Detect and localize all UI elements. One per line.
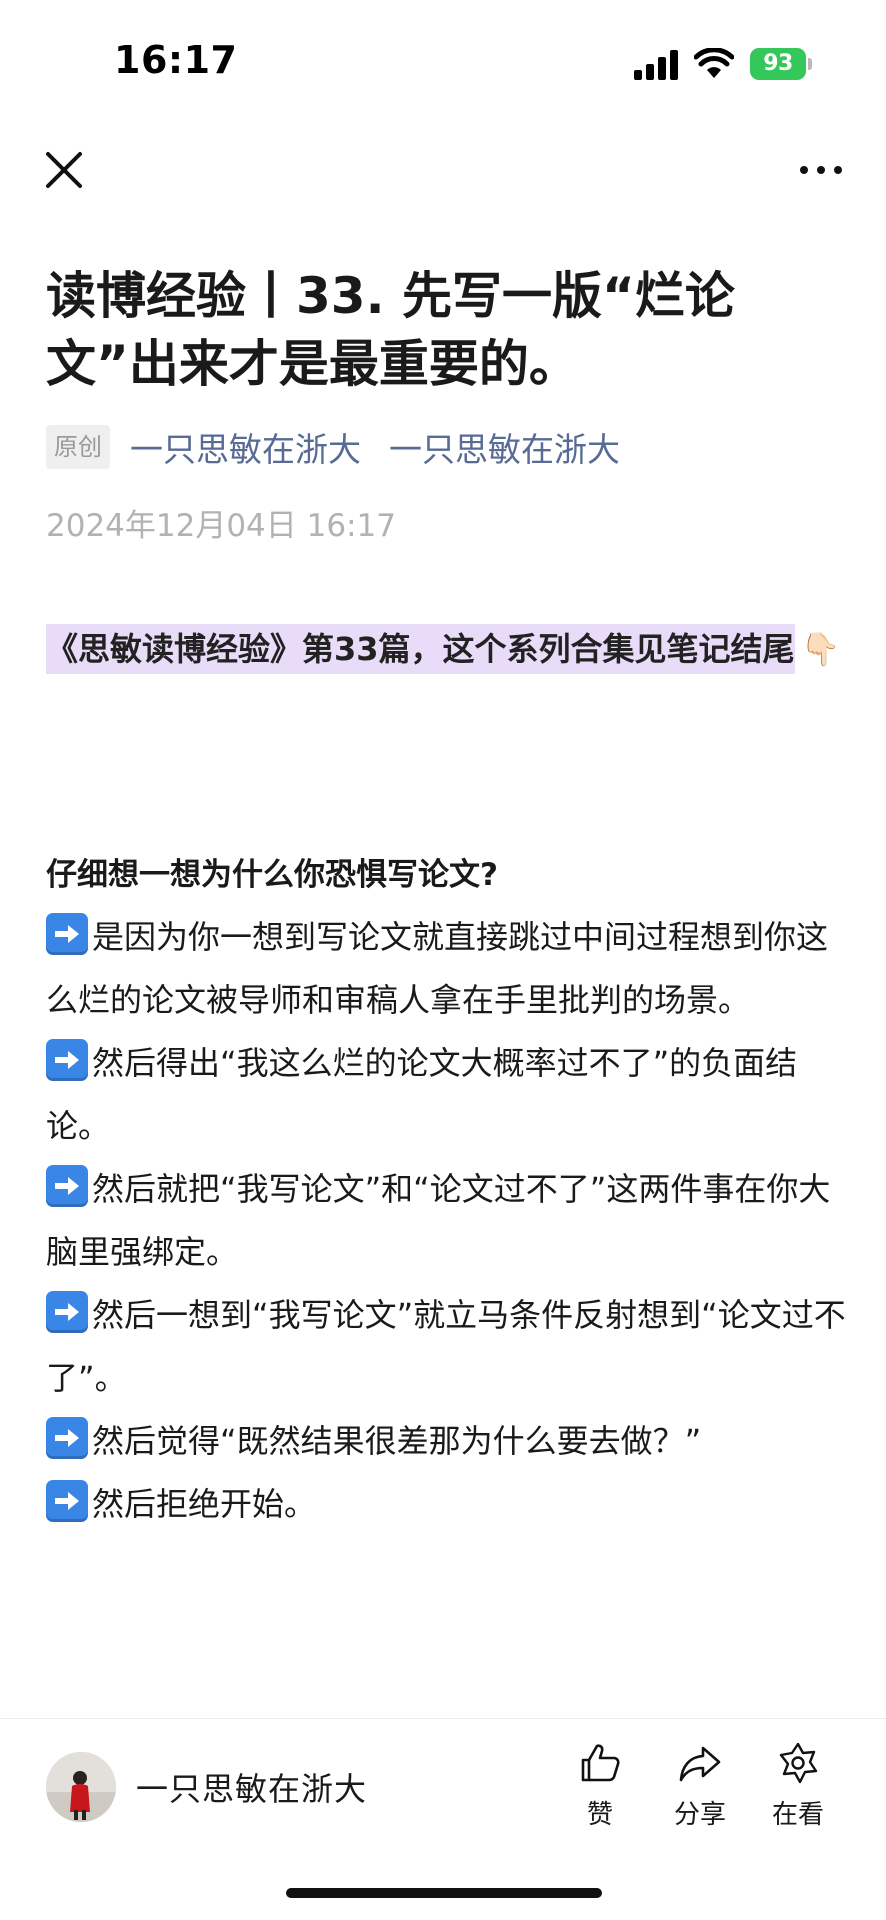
right-arrow-icon — [46, 913, 88, 955]
right-arrow-icon — [46, 1165, 88, 1207]
content-heading: 仔细想一想为什么你恐惧写论文? — [46, 857, 498, 893]
paragraph: 是因为你一想到写论文就直接跳过中间过程想到你这么烂的论文被导师和审稿人拿在手里批… — [46, 906, 846, 1032]
avatar[interactable] — [46, 1752, 116, 1822]
right-arrow-icon — [46, 1480, 88, 1522]
watching-label: 在看 — [771, 1800, 824, 1830]
status-bar: 16:17 93 — [0, 0, 886, 110]
paragraph: 然后拒绝开始。 — [46, 1473, 846, 1536]
watching-button[interactable]: 在看 — [753, 1740, 843, 1831]
flower-icon — [779, 1742, 818, 1784]
battery-icon: 93 — [750, 48, 814, 80]
paragraph: 然后得出“我这么烂的论文大概率过不了”的负面结论。 — [46, 1032, 846, 1158]
like-button[interactable]: 赞 — [555, 1740, 645, 1831]
article-title: 读博经验丨33. 先写一版“烂论文”出来才是最重要的。 — [46, 267, 735, 393]
share-arrow-icon — [679, 1746, 721, 1782]
status-time: 16:17 — [114, 38, 238, 82]
right-arrow-icon — [46, 1039, 88, 1081]
wifi-icon — [694, 48, 734, 78]
intro-highlight: 《思敏读博经验》第33篇，这个系列合集见笔记结尾 👇🏻 — [46, 620, 846, 678]
author-link[interactable]: 一只思敏在浙大 — [130, 423, 361, 471]
original-badge: 原创 — [46, 425, 110, 469]
bottom-divider — [0, 1718, 886, 1719]
share-label: 分享 — [673, 1800, 726, 1830]
pointing-down-icon: 👇🏻 — [800, 630, 841, 668]
home-indicator — [286, 1888, 602, 1898]
thumbs-up-icon — [581, 1744, 620, 1782]
paragraph: 然后觉得“既然结果很差那为什么要去做？” — [46, 1410, 846, 1473]
right-arrow-icon — [46, 1417, 88, 1459]
more-icon[interactable] — [796, 150, 846, 190]
share-button[interactable]: 分享 — [655, 1740, 745, 1831]
article-content: 仔细想一想为什么你恐惧写论文? 是因为你一想到写论文就直接跳过中间过程想到你这么… — [46, 844, 846, 1536]
cellular-signal-icon — [634, 50, 678, 80]
paragraph: 然后就把“我写论文”和“论文过不了”这两件事在你大脑里强绑定。 — [46, 1158, 846, 1284]
publish-time: 2024年12月04日 16:17 — [46, 508, 396, 544]
battery-level: 93 — [750, 48, 806, 80]
article-meta: 原创 一只思敏在浙大 一只思敏在浙大 — [46, 424, 648, 470]
account-link[interactable]: 一只思敏在浙大 — [389, 423, 620, 471]
paragraph: 然后一想到“我写论文”就立马条件反射想到“论文过不了”。 — [46, 1284, 846, 1410]
right-arrow-icon — [46, 1291, 88, 1333]
close-icon[interactable] — [40, 146, 88, 194]
intro-text: 《思敏读博经验》第33篇，这个系列合集见笔记结尾 — [46, 624, 795, 674]
like-label: 赞 — [586, 1800, 613, 1830]
author-name[interactable]: 一只思敏在浙大 — [136, 1764, 367, 1810]
